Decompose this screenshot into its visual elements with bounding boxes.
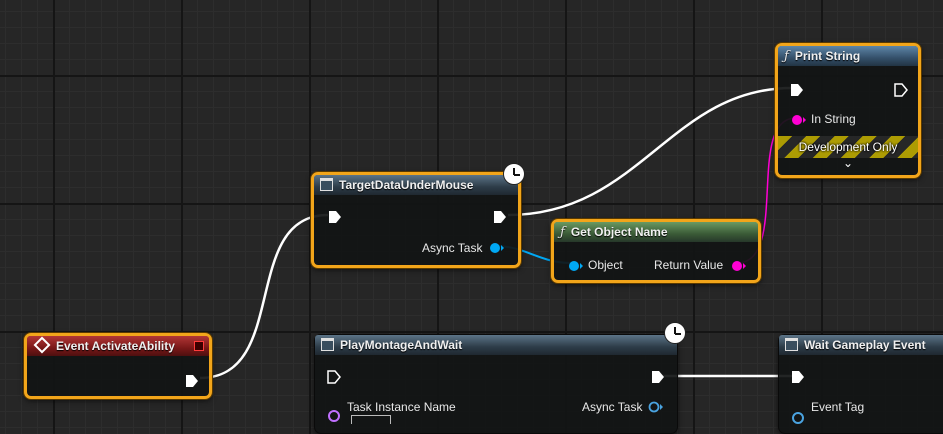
exec-in-pin[interactable]: [327, 370, 341, 384]
exec-in-pin[interactable]: [328, 210, 342, 224]
task-icon: [320, 178, 333, 192]
event-activate-ability-node[interactable]: Event ActivateAbility: [24, 333, 212, 399]
in-string-pin[interactable]: [791, 114, 807, 126]
development-only-label: Development Only: [798, 140, 898, 154]
target-data-under-mouse-node[interactable]: TargetDataUnderMouse Async Task: [311, 172, 521, 268]
return-value-label: Return Value: [654, 258, 724, 272]
event-icon: [33, 336, 51, 354]
async-task-pin[interactable]: [648, 401, 664, 413]
print-string-title: Print String: [794, 49, 861, 63]
clock-icon: [503, 163, 525, 185]
target-data-header[interactable]: TargetDataUnderMouse: [314, 175, 518, 195]
event-activate-header[interactable]: Event ActivateAbility: [27, 336, 209, 356]
in-string-label: In String: [811, 112, 856, 126]
return-value-pin[interactable]: [731, 260, 747, 272]
async-task-pin[interactable]: [489, 242, 505, 254]
exec-wire-event-to-target[interactable]: [199, 213, 329, 380]
task-instance-name-label: Task Instance Name: [347, 400, 456, 414]
get-object-name-title: Get Object Name: [570, 225, 668, 239]
wait-gameplay-header[interactable]: Wait Gameplay Event: [779, 335, 943, 355]
object-label: Object: [588, 258, 623, 272]
task-instance-name-input[interactable]: [351, 415, 391, 424]
async-task-label: Async Task: [582, 400, 643, 414]
exec-wire-target-to-print[interactable]: [507, 86, 793, 217]
exec-out-pin[interactable]: [493, 210, 507, 224]
target-data-title: TargetDataUnderMouse: [339, 178, 474, 192]
function-icon: ƒ: [560, 225, 565, 240]
object-pin[interactable]: [568, 260, 584, 272]
wait-gameplay-event-node[interactable]: Wait Gameplay Event Event Tag: [778, 334, 943, 434]
print-string-node[interactable]: ƒ Print String In String Development Only…: [775, 43, 921, 178]
task-instance-name-pin[interactable]: [327, 409, 341, 423]
task-icon: [321, 338, 334, 352]
play-montage-header[interactable]: PlayMontageAndWait: [315, 335, 677, 355]
async-task-label: Async Task: [422, 241, 483, 255]
function-icon: ƒ: [784, 49, 789, 64]
chevron-down-icon[interactable]: ⌄: [778, 156, 918, 170]
print-string-header[interactable]: ƒ Print String: [778, 46, 918, 66]
task-icon: [785, 338, 798, 352]
wait-gameplay-title: Wait Gameplay Event: [804, 338, 926, 352]
get-object-name-header[interactable]: ƒ Get Object Name: [554, 222, 758, 242]
exec-out-pin[interactable]: [185, 374, 199, 388]
exec-out-pin[interactable]: [651, 370, 665, 384]
exec-out-pin[interactable]: [894, 83, 908, 97]
play-montage-title: PlayMontageAndWait: [340, 338, 463, 352]
event-activate-title: Event ActivateAbility: [56, 339, 175, 353]
delegate-pin-icon[interactable]: [194, 341, 204, 351]
exec-in-pin[interactable]: [790, 83, 804, 97]
get-object-name-node[interactable]: ƒ Get Object Name Object Return Value: [551, 219, 761, 283]
exec-in-pin[interactable]: [791, 370, 805, 384]
clock-icon: [664, 322, 686, 344]
play-montage-and-wait-node[interactable]: PlayMontageAndWait Task Instance Name As…: [314, 334, 678, 434]
event-tag-label: Event Tag: [811, 400, 865, 414]
event-tag-pin[interactable]: [791, 411, 805, 425]
